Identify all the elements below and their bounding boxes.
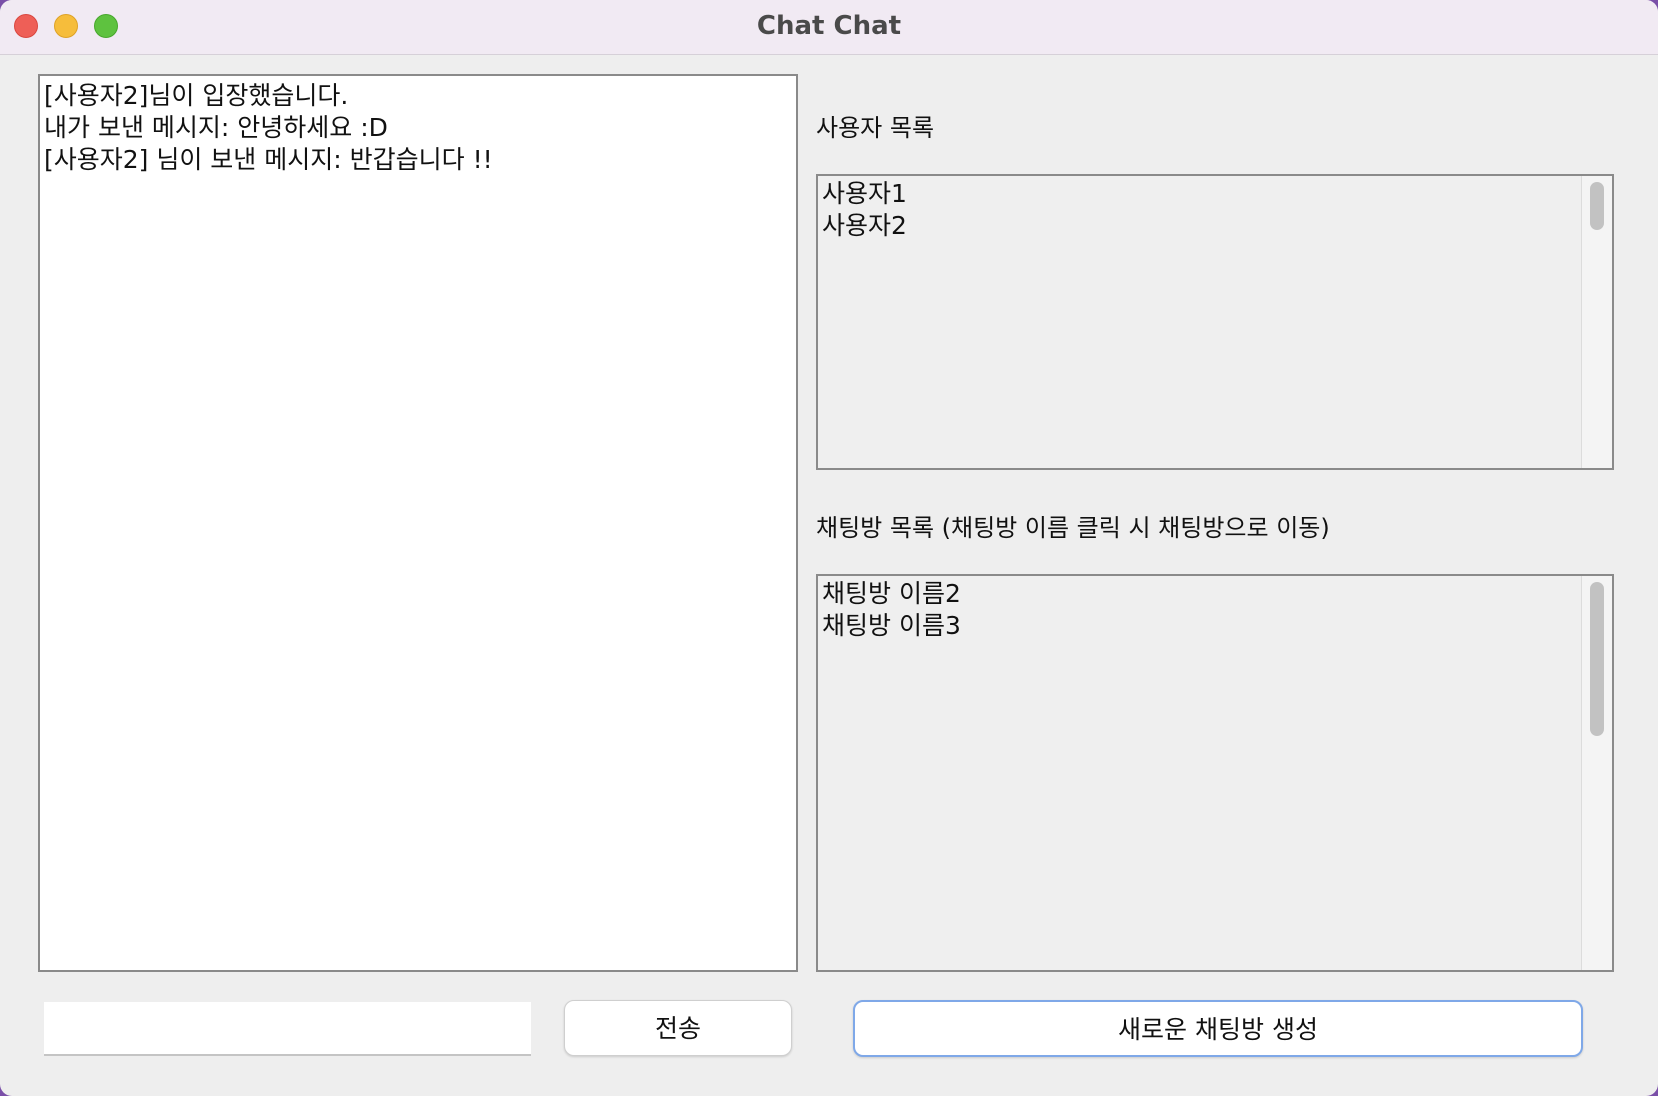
room-list-scrollbar[interactable] — [1581, 576, 1612, 970]
message-input[interactable] — [44, 1002, 531, 1056]
create-room-button[interactable]: 새로운 채팅방 생성 — [853, 1000, 1583, 1057]
app-window: Chat Chat [사용자2]님이 입장했습니다. 내가 보낸 메시지: 안녕… — [0, 0, 1658, 1096]
room-list-item[interactable]: 채팅방 이름2 — [822, 578, 1608, 610]
room-list-label: 채팅방 목록 (채팅방 이름 클릭 시 채팅방으로 이동) — [816, 514, 1330, 542]
room-list[interactable]: 채팅방 이름2 채팅방 이름3 — [816, 574, 1614, 972]
send-button[interactable]: 전송 — [564, 1000, 792, 1056]
room-list-scroll-thumb[interactable] — [1590, 582, 1604, 736]
user-list-scroll-thumb[interactable] — [1590, 182, 1604, 230]
user-list-label: 사용자 목록 — [816, 114, 935, 142]
chat-message: [사용자2]님이 입장했습니다. — [44, 81, 349, 110]
chat-message: [사용자2] 님이 보낸 메시지: 반갑습니다 !! — [44, 145, 493, 174]
title-bar: Chat Chat — [0, 0, 1658, 55]
user-list-item[interactable]: 사용자2 — [822, 210, 1608, 242]
user-list[interactable]: 사용자1 사용자2 — [816, 174, 1614, 470]
chat-message: 내가 보낸 메시지: 안녕하세요 :D — [44, 113, 388, 142]
chat-log[interactable]: [사용자2]님이 입장했습니다. 내가 보낸 메시지: 안녕하세요 :D [사용… — [38, 74, 798, 972]
window-title: Chat Chat — [756, 11, 902, 41]
user-list-item[interactable]: 사용자1 — [822, 178, 1608, 210]
user-list-scrollbar[interactable] — [1581, 176, 1612, 468]
room-list-item[interactable]: 채팅방 이름3 — [822, 610, 1608, 642]
